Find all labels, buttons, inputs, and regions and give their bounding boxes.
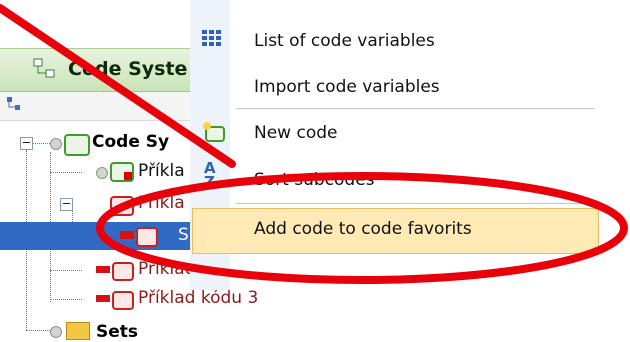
red-arrow-icon — [96, 295, 110, 302]
red-flag-icon — [124, 172, 132, 180]
radio-dot-icon — [96, 167, 108, 179]
tree-connector — [50, 172, 82, 173]
menu-separator — [236, 203, 594, 204]
code-system-panel-icon — [32, 56, 56, 80]
code-system-node-icon — [64, 134, 90, 156]
folder-icon — [66, 322, 90, 340]
code-node-icon — [112, 291, 134, 310]
tree-layout-icon[interactable] — [6, 96, 22, 112]
tree-item-sets[interactable]: Sets — [96, 322, 138, 342]
tree-connector — [50, 270, 82, 271]
menu-item-sort-subcodes[interactable]: Sort subcodes — [254, 170, 375, 190]
tree-connector — [50, 299, 82, 300]
code-node-icon — [110, 196, 134, 216]
menu-item-list-of-code-variables[interactable]: List of code variables — [254, 31, 435, 51]
collapse-expander[interactable]: − — [20, 137, 33, 150]
menu-separator — [236, 108, 594, 109]
code-node-icon — [112, 262, 134, 281]
menu-item-import-code-variables[interactable]: Import code variables — [254, 77, 440, 97]
menu-item-new-code[interactable]: New code — [254, 123, 337, 143]
grid-icon — [202, 30, 224, 46]
tree-item-code-system[interactable]: Code Sy — [92, 132, 169, 152]
tree-item-selected[interactable]: S — [178, 225, 189, 245]
panel-title: Code Syste — [68, 58, 188, 80]
red-arrow-icon — [96, 266, 110, 273]
collapse-expander[interactable]: − — [60, 198, 73, 211]
selected-row[interactable] — [0, 222, 200, 250]
red-arrow-icon — [120, 231, 134, 239]
radio-dot-icon — [50, 326, 62, 338]
new-code-icon — [202, 121, 226, 143]
tree-item-priklad-kodu-3[interactable]: Příklad kódu 3 — [138, 288, 258, 308]
sort-az-icon: AZ — [204, 159, 216, 191]
radio-dot-icon — [50, 138, 62, 150]
tree-toolbar — [0, 92, 200, 121]
tree-item-priklad-1[interactable]: Příkla — [138, 161, 185, 181]
menu-item-add-code-to-favorites[interactable]: Add code to code favorits — [254, 219, 472, 239]
tree-item-priklad-2[interactable]: Příkla — [138, 193, 185, 213]
code-node-icon — [136, 227, 158, 247]
